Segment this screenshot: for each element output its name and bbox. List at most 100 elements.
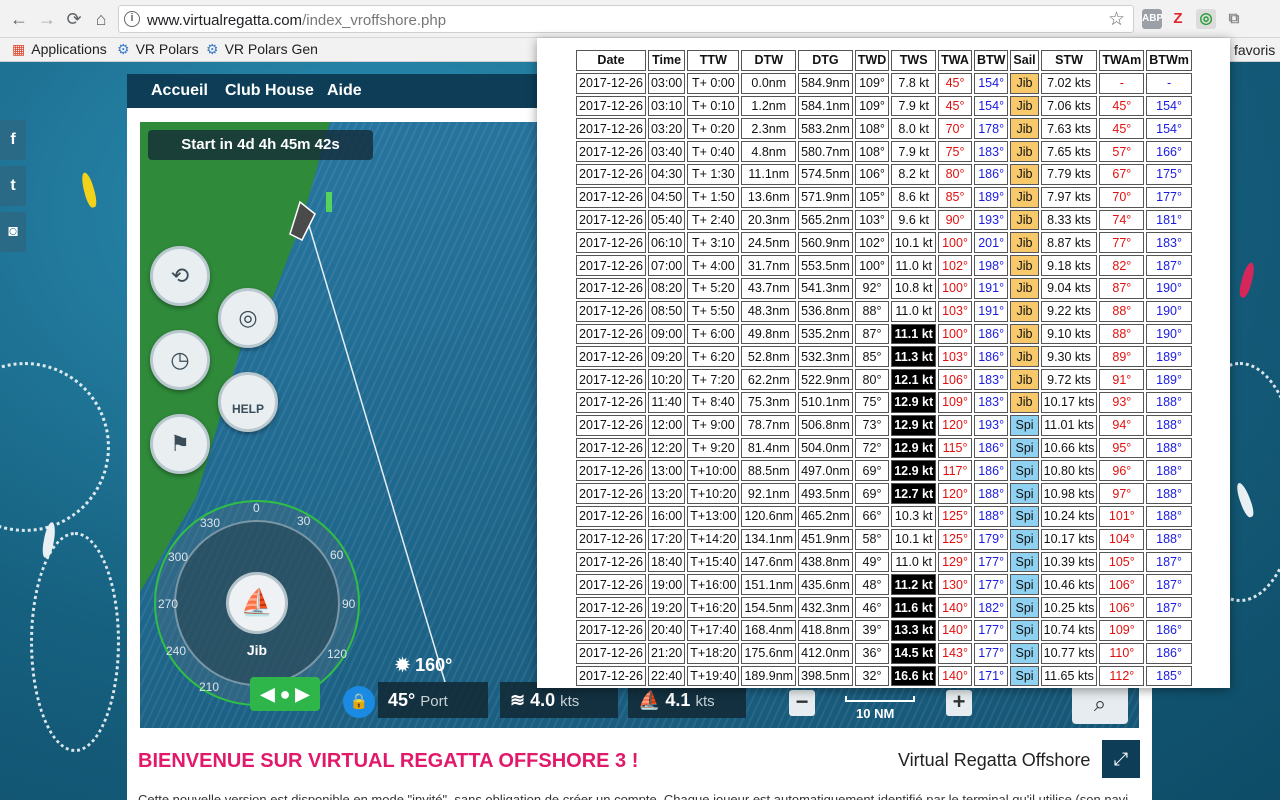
waypoint-button[interactable]: ⚑ [150, 414, 210, 474]
adblock-extension-icon[interactable]: ABP [1142, 9, 1163, 29]
fullscreen-button[interactable]: ⤢ [1102, 740, 1140, 778]
cell-sail: Jib [1010, 323, 1039, 345]
tack-gybe-button[interactable]: ◀ ● ▶ [250, 677, 320, 711]
compass-degree: 90 [342, 597, 356, 611]
table-row: 2017-12-26 06:10 T+ 3:10 24.5nm 560.9nm 102° 1… [576, 232, 1192, 254]
cell-twam: 93° [1099, 391, 1145, 413]
cell-sail: Jib [1010, 141, 1039, 162]
reload-icon[interactable]: ⟳ [63, 8, 85, 30]
start-timer: Start in 4d 4h 45m 42s [148, 130, 373, 160]
home-icon[interactable]: ⌂ [90, 8, 112, 30]
cell-dtg: 412.0nm [798, 642, 853, 664]
cell-twd: 46° [854, 597, 890, 618]
table-row: 2017-12-26 03:10 T+ 0:10 1.2nm 584.1nm 109° 7.… [576, 95, 1192, 117]
cell-stw: 7.06 kts [1040, 95, 1098, 117]
table-row: 2017-12-26 22:40 T+19:40 189.9nm 398.5nm 32° 1… [576, 665, 1192, 687]
twitter-icon[interactable]: t [0, 166, 26, 206]
twa-display: 45° Port [378, 682, 488, 718]
help-button[interactable]: HELP [218, 372, 278, 432]
cell-twd: 49° [854, 551, 890, 573]
sail-button[interactable]: ⛵ [226, 572, 288, 634]
cell-twam: 96° [1099, 460, 1145, 482]
radar-button[interactable]: ◎ [218, 288, 278, 348]
compass-extension-icon[interactable]: ◎ [1196, 9, 1216, 29]
table-row: 2017-12-26 16:00 T+13:00 120.6nm 465.2nm 66° 1… [576, 505, 1192, 527]
cell-date: 2017-12-26 [576, 528, 646, 550]
compass-dial[interactable]: 0 30 60 90 120 210 240 270 300 330 ⛵ Jib [154, 500, 360, 706]
cell-twa: 102° [938, 255, 972, 276]
cell-twa: 103° [938, 346, 972, 368]
bookmark-star-icon[interactable]: ☆ [1108, 8, 1125, 31]
cell-stw: 7.02 kts [1040, 72, 1098, 94]
nav-club-house[interactable]: Club House [225, 82, 314, 100]
cell-dtw: 154.5nm [741, 597, 797, 618]
cell-stw: 9.30 kts [1040, 346, 1098, 368]
bookmark-vr-polars-gen[interactable]: ⚙ VR Polars Gen [206, 41, 318, 58]
cell-dtg: 574.5nm [798, 163, 853, 185]
cell-twd: 73° [854, 414, 890, 436]
cell-sail: Jib [1010, 118, 1039, 140]
cell-twd: 48° [854, 574, 890, 596]
cell-dtg: 535.2nm [798, 323, 853, 345]
cell-sail: Jib [1010, 186, 1039, 208]
lock-icon[interactable]: 🔒 [343, 686, 375, 718]
cell-sail: Spi [1010, 642, 1039, 664]
cell-btwm: 187° [1146, 574, 1192, 596]
cell-twd: 92° [854, 277, 890, 299]
twa-value: 45° [388, 690, 416, 710]
auto-sail-button[interactable]: ⟲ [150, 246, 210, 306]
search-icon[interactable]: ⌕ [1072, 684, 1128, 724]
cell-dtw: 0.0nm [741, 72, 797, 94]
cell-twam: 74° [1099, 209, 1145, 231]
cell-dtg: 583.2nm [798, 118, 853, 140]
bookmark-vr-polars[interactable]: ⚙ VR Polars [117, 41, 199, 58]
cell-twa: 100° [938, 232, 972, 254]
zoom-in-button[interactable]: + [946, 690, 972, 716]
cell-ttw: T+ 0:20 [687, 118, 740, 140]
wind-speed-unit: kts [560, 693, 580, 710]
cell-date: 2017-12-26 [576, 323, 646, 345]
cell-dtw: 120.6nm [741, 505, 797, 527]
cell-sail: Spi [1010, 528, 1039, 550]
programming-button[interactable]: ◷ [150, 330, 210, 390]
cell-twam: 105° [1099, 551, 1145, 573]
compass-degree: 0 [253, 501, 260, 515]
table-row: 2017-12-26 07:00 T+ 4:00 31.7nm 553.5nm 100° 1… [576, 255, 1192, 276]
routing-popup: Date Time TTW DTW DTG TWD TWS TWA BTW Sail STW TWAm… [537, 38, 1230, 688]
welcome-title: BIENVENUE SUR VIRTUAL REGATTA OFFSHORE 3… [138, 750, 639, 772]
cell-twa: 117° [938, 460, 972, 482]
window-extension-icon[interactable]: ⧉ [1224, 9, 1244, 29]
cell-twa: 125° [938, 528, 972, 550]
zotero-extension-icon[interactable]: Z [1168, 9, 1188, 29]
cell-btwm: 188° [1146, 391, 1192, 413]
bookmark-applications[interactable]: ▦ Applications [12, 41, 107, 58]
cell-date: 2017-12-26 [576, 574, 646, 596]
facebook-icon[interactable]: f [0, 120, 26, 160]
cell-twd: 80° [854, 369, 890, 390]
cell-twam: 112° [1099, 665, 1145, 687]
cell-ttw: T+15:40 [687, 551, 740, 573]
address-bar[interactable]: i www.virtualregatta.com/index_vroffshor… [118, 5, 1134, 33]
cell-btw: 183° [973, 369, 1009, 390]
cell-twa: 140° [938, 619, 972, 641]
instagram-icon[interactable]: ◙ [0, 212, 26, 252]
cell-twa: 143° [938, 642, 972, 664]
cell-dtg: 522.9nm [798, 369, 853, 390]
cell-btwm: 166° [1146, 141, 1192, 162]
cell-dtg: 560.9nm [798, 232, 853, 254]
forward-icon[interactable]: → [36, 8, 58, 30]
cell-ttw: T+ 0:10 [687, 95, 740, 117]
table-row: 2017-12-26 04:30 T+ 1:30 11.1nm 574.5nm 106° 8… [576, 163, 1192, 185]
zoom-out-button[interactable]: − [789, 690, 815, 716]
cell-dtg: 451.9nm [798, 528, 853, 550]
cell-tws: 16.6 kt [891, 665, 937, 687]
cell-twd: 36° [854, 642, 890, 664]
cell-sail: Jib [1010, 391, 1039, 413]
nav-aide[interactable]: Aide [327, 82, 362, 100]
bookmarks-other-folder[interactable]: favoris [1234, 42, 1275, 58]
info-icon[interactable]: i [124, 11, 140, 27]
nav-accueil[interactable]: Accueil [151, 82, 208, 100]
cell-btw: 179° [973, 528, 1009, 550]
back-icon[interactable]: ← [8, 8, 30, 30]
cell-dtg: 565.2nm [798, 209, 853, 231]
